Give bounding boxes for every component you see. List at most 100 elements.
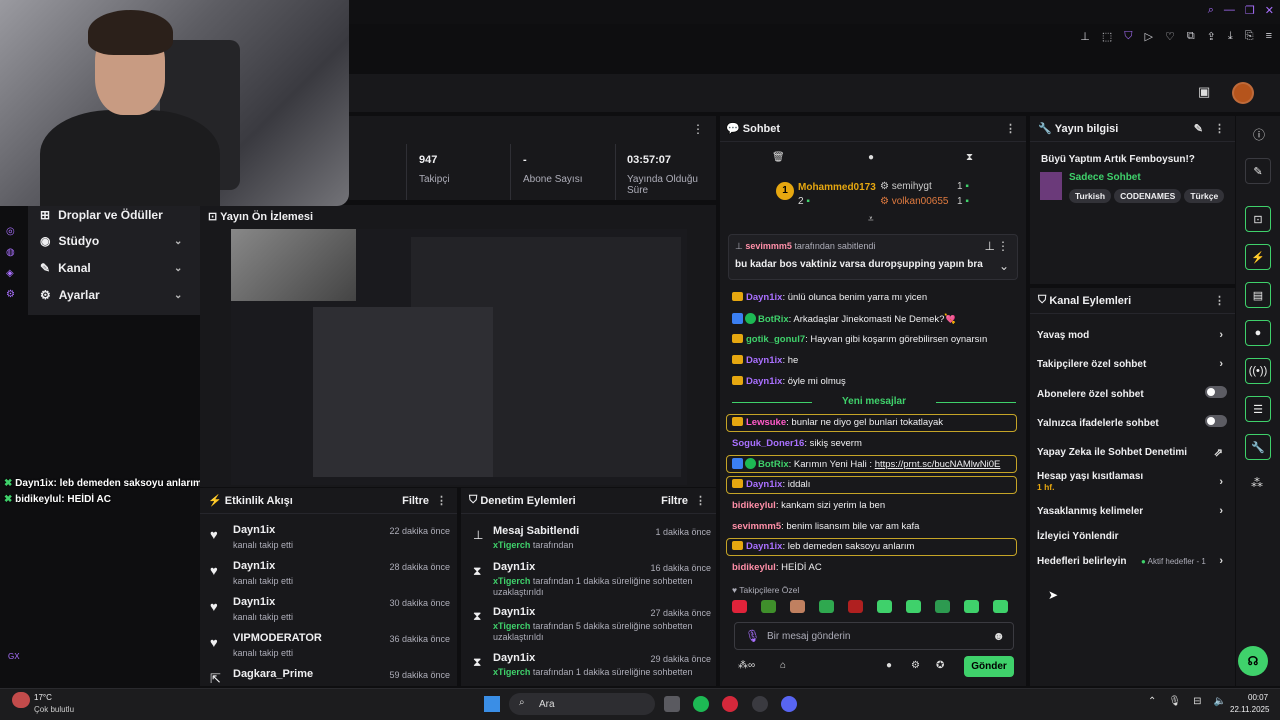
extensions-icon[interactable]: ⧉	[1187, 30, 1195, 43]
leader-first[interactable]: Mohammed0173	[798, 182, 876, 193]
network-icon[interactable]: ⊟	[1193, 696, 1201, 707]
chat-bubble-icon[interactable]: ●	[886, 660, 892, 671]
action-followers-only[interactable]: Takipçilere özel sohbet ›	[1037, 358, 1227, 370]
chat-input[interactable]: 🎙 Bir mesaj gönderin ☻	[734, 622, 1014, 650]
task-view-icon[interactable]	[664, 696, 680, 712]
more-icon[interactable]: ⋮	[997, 239, 1009, 253]
emote-icon[interactable]	[935, 600, 950, 613]
chat-button[interactable]: ●	[1245, 320, 1271, 346]
discord-icon[interactable]	[781, 696, 797, 712]
doc-button[interactable]: ▤	[1245, 282, 1271, 308]
pinned-message[interactable]: ⊥ sevimmm5 tarafından sabitlendi bu kada…	[728, 234, 1018, 280]
action-subs-only[interactable]: Abonelere özel sohbet	[1037, 386, 1227, 400]
pin-icon[interactable]: ⊥	[1080, 30, 1090, 43]
more-icon[interactable]: ⋮	[1214, 122, 1225, 135]
sidebar-item-drops[interactable]: ⊞ Droplar ve Ödüller	[40, 208, 163, 222]
emote-icon[interactable]	[732, 600, 747, 613]
more-icon[interactable]: ⋮	[692, 122, 704, 136]
chat-message[interactable]: Dayn1ix: ünlü olunca benim yarra mı yice…	[732, 292, 1022, 304]
emote-icon[interactable]	[906, 600, 921, 613]
chat-user[interactable]: Soguk_Doner16	[732, 438, 804, 449]
list-item[interactable]: ⧗ Dayn1ix xTigerch tarafından 1 dakika sür…	[471, 652, 711, 682]
sidebar-item-channel[interactable]: ✎ Kanal ⌄	[40, 261, 182, 275]
chat-user[interactable]: Dayn1ix	[746, 292, 782, 303]
pin-icon[interactable]: ⊥	[985, 239, 995, 253]
chat-user[interactable]: BotRix	[758, 459, 789, 470]
play-icon[interactable]: ▷	[1144, 30, 1152, 43]
chat-message[interactable]: gotik_gonul7: Hayvan gibi koşarım görebi…	[732, 334, 1022, 346]
more-icon[interactable]: ⋮	[1005, 122, 1016, 135]
info-icon[interactable]: ⓘ	[1253, 126, 1265, 143]
tag[interactable]: Turkish	[1069, 189, 1112, 203]
emote-icon[interactable]	[848, 600, 863, 613]
chat-message[interactable]: BotRix: Arkadaşlar Jinekomasti Ne Demek?…	[732, 313, 1022, 326]
toggle-switch[interactable]	[1205, 415, 1227, 427]
chat-user[interactable]: bidikeylul	[732, 500, 776, 511]
sidebar-app-icon[interactable]: ◎	[6, 226, 15, 237]
search-icon[interactable]: ⌕	[1208, 4, 1214, 17]
chat-message[interactable]: Soguk_Doner16: sikiş severm	[732, 438, 1022, 450]
chat-message[interactable]: Lewsuke: bunlar ne diyo gel bunlari toka…	[732, 417, 1022, 429]
chat-user[interactable]: gotik_gonul7	[746, 334, 805, 345]
gear-icon[interactable]: ⚙	[911, 660, 920, 671]
gamepad-icon[interactable]: ✪	[936, 660, 944, 671]
chat-message[interactable]: bidikeylul: kankam sizi yerim la ben	[732, 500, 1022, 512]
chat-user[interactable]: Dayn1ix	[746, 355, 782, 366]
more-icon[interactable]: ⋮	[695, 494, 706, 507]
list-button[interactable]: ☰	[1245, 396, 1271, 422]
toggle-switch[interactable]	[1205, 386, 1227, 398]
weather-temp[interactable]: 17°C	[34, 693, 52, 702]
action-banned-words[interactable]: Yasaklanmış kelimeler ›	[1037, 505, 1227, 517]
filter-button[interactable]: Filtre	[661, 495, 688, 507]
sidebar-app-icon[interactable]: ◍	[6, 247, 15, 258]
mic-icon[interactable]: 🎙	[745, 629, 760, 643]
help-button[interactable]: ☊	[1238, 646, 1268, 676]
app-icon[interactable]	[752, 696, 768, 712]
chat-user[interactable]: Lewsuke	[746, 417, 786, 428]
sidebar-item-studio[interactable]: ◉ Stüdyo ⌄	[40, 234, 182, 248]
chevron-down-icon[interactable]: ⌄	[999, 259, 1009, 273]
emote-icon[interactable]	[761, 600, 776, 613]
menu-icon[interactable]: ≡	[1266, 30, 1272, 43]
emoji-icon[interactable]: ☻	[992, 629, 1005, 643]
chat-message[interactable]: BotRix: Karımın Yeni Hali : https://prnt…	[732, 458, 1022, 471]
emote-icon[interactable]	[819, 600, 834, 613]
trash-icon[interactable]: 🗑	[772, 152, 785, 163]
tool-button[interactable]: 🔧	[1245, 434, 1271, 460]
tag[interactable]: CODENAMES	[1114, 189, 1182, 203]
tag[interactable]: Türkçe	[1184, 189, 1225, 203]
stream-preview-video[interactable]	[231, 229, 687, 485]
extensions-icon[interactable]: ⁂	[1251, 476, 1263, 490]
emote-icon[interactable]	[993, 600, 1008, 613]
leader-third[interactable]: ⚙ volkan00655	[880, 196, 948, 207]
shield-icon[interactable]: ⛉	[1124, 30, 1132, 43]
action-emote-only[interactable]: Yalnızca ifadelerle sohbet	[1037, 415, 1227, 429]
more-icon[interactable]: ⋮	[1214, 294, 1225, 307]
action-goals[interactable]: Hedefleri belirleyin ● Aktif hedefler - 1…	[1037, 555, 1227, 567]
minimize-icon[interactable]: —	[1224, 4, 1235, 17]
chat-user[interactable]: Dayn1ix	[746, 479, 782, 490]
chat-message[interactable]: sevimmm5: benim lisansım bile var am kaf…	[732, 521, 1022, 533]
bolt-button[interactable]: ⚡	[1245, 244, 1271, 270]
close-icon[interactable]: ✕	[1265, 4, 1274, 17]
windows-start-icon[interactable]	[484, 696, 500, 712]
chat-user[interactable]: Dayn1ix	[746, 541, 782, 552]
action-slow-mode[interactable]: Yavaş mod ›	[1037, 329, 1227, 341]
maximize-icon[interactable]: ❐	[1245, 4, 1255, 17]
emote-icon[interactable]	[877, 600, 892, 613]
mic-icon[interactable]: 🎙	[1168, 696, 1181, 707]
share-icon[interactable]: ⇪	[1207, 30, 1216, 43]
chat-message[interactable]: Dayn1ix: he	[732, 355, 1022, 367]
sidebar-item-settings[interactable]: ⚙ Ayarlar ⌄	[40, 288, 182, 302]
volume-icon[interactable]: 🔈	[1213, 696, 1225, 707]
spotify-icon[interactable]	[693, 696, 709, 712]
clock-date[interactable]: 22.11.2025	[1230, 705, 1269, 714]
chat-user[interactable]: bidikeylul	[732, 562, 776, 573]
emote-icon[interactable]	[790, 600, 805, 613]
category-link[interactable]: Sadece Sohbet	[1069, 172, 1141, 183]
more-icon[interactable]: ⋮	[436, 494, 447, 507]
chat-bubble-icon[interactable]: ●	[868, 152, 874, 163]
broadcast-button[interactable]: ((•))	[1245, 358, 1271, 384]
taskbar-search[interactable]: ⌕ Ara	[509, 693, 655, 715]
category-thumb[interactable]	[1040, 172, 1062, 200]
